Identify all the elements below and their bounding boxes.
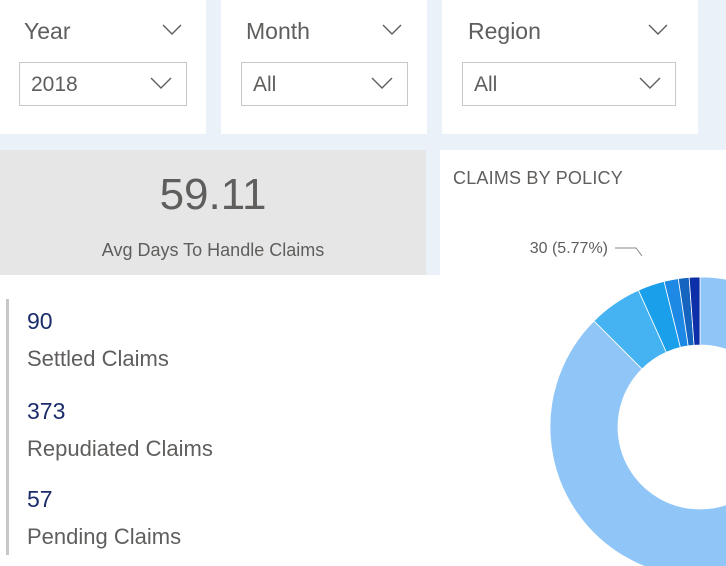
avg-days-value: 59.11	[159, 170, 267, 219]
slicer-year-title: Year	[24, 18, 71, 44]
chevron-down-icon[interactable]	[648, 24, 668, 36]
slicer-region: Region All	[442, 0, 698, 134]
pending-claims-label: Pending Claims	[27, 524, 182, 549]
slicer-month-title: Month	[246, 18, 310, 44]
chevron-down-icon	[639, 77, 661, 89]
avg-days-label: Avg Days To Handle Claims	[101, 240, 325, 260]
card-accent-bar	[6, 299, 9, 555]
slicer-month: Month All	[221, 0, 427, 134]
settled-claims-label: Settled Claims	[27, 346, 169, 371]
region-dropdown[interactable]: All	[462, 62, 676, 106]
repudiated-claims-value: 373	[27, 398, 66, 424]
pending-claims-value: 57	[27, 486, 53, 512]
claims-multirow-card: 90 Settled Claims 373 Repudiated Claims …	[0, 275, 440, 566]
region-dropdown-value: All	[474, 73, 498, 96]
chevron-down-icon[interactable]	[382, 24, 402, 36]
year-dropdown-value: 2018	[31, 73, 78, 96]
slicer-year: Year 2018	[0, 0, 206, 134]
chevron-down-icon[interactable]	[162, 24, 182, 36]
chevron-down-icon	[371, 77, 393, 89]
claims-by-policy-chart: CLAIMS BY POLICY 30 (5.77%)	[440, 150, 726, 566]
data-label-leader-line	[615, 247, 643, 257]
month-dropdown[interactable]: All	[241, 62, 408, 106]
settled-claims-value: 90	[27, 308, 53, 334]
slicer-region-title: Region	[468, 18, 541, 44]
donut-chart: 30 (5.77%)	[530, 240, 726, 566]
repudiated-claims-label: Repudiated Claims	[27, 436, 213, 461]
data-label: 30 (5.77%)	[530, 240, 608, 257]
month-dropdown-value: All	[253, 73, 277, 96]
year-dropdown[interactable]: 2018	[19, 62, 187, 106]
chevron-down-icon	[150, 77, 172, 89]
avg-days-card: 59.11 Avg Days To Handle Claims	[0, 150, 426, 275]
